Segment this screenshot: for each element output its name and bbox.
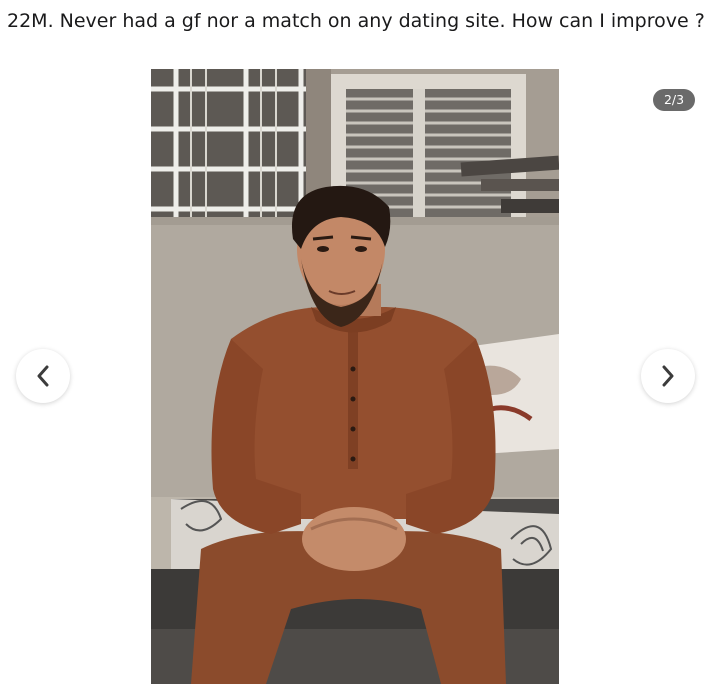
chevron-right-icon [659,364,677,388]
gallery-image[interactable] [151,69,559,684]
image-counter-badge: 2/3 [653,89,695,111]
image-gallery: 2/3 [0,62,711,687]
post-title[interactable]: 22M. Never had a gf nor a match on any d… [7,8,707,34]
chevron-left-icon [34,364,52,388]
next-image-button[interactable] [641,349,695,403]
previous-image-button[interactable] [16,349,70,403]
